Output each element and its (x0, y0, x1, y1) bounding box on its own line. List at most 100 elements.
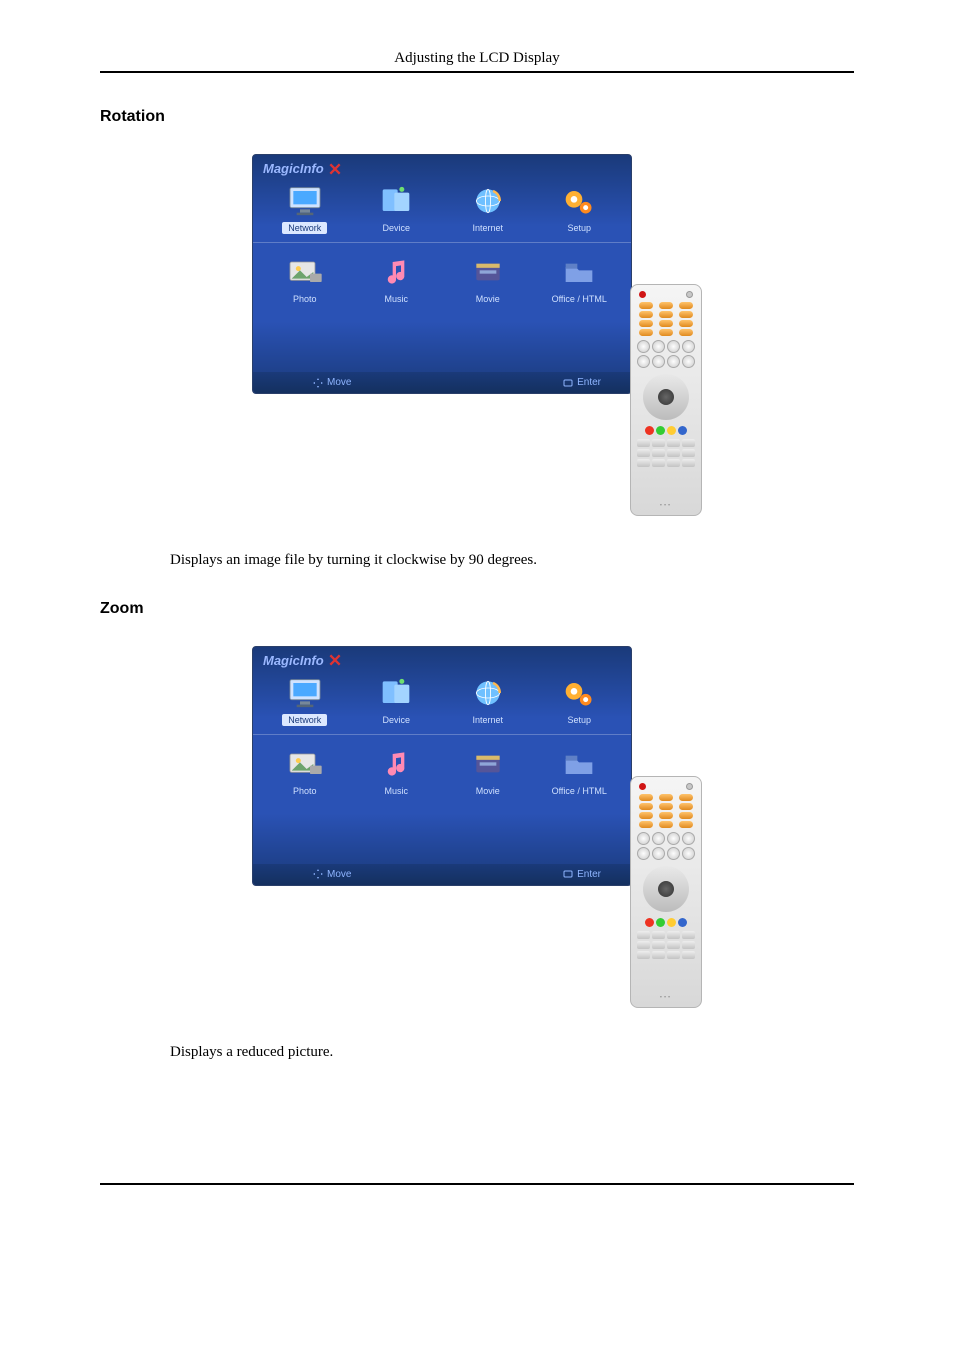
remote-button[interactable] (652, 941, 665, 949)
remote-button[interactable] (679, 320, 693, 327)
remote-button[interactable] (637, 941, 650, 949)
remote-button[interactable] (639, 329, 653, 336)
yellow-button[interactable] (667, 426, 676, 435)
remote-button[interactable] (659, 302, 673, 309)
remote-button[interactable] (652, 355, 665, 368)
green-button[interactable] (656, 918, 665, 927)
remote-button[interactable] (652, 439, 665, 447)
photo-icon (285, 747, 325, 781)
tile-music[interactable]: Music (356, 255, 436, 305)
remote-button[interactable] (639, 821, 653, 828)
remote-button[interactable] (637, 847, 650, 860)
remote-button[interactable] (637, 931, 650, 939)
remote-button[interactable] (637, 832, 650, 845)
remote-button[interactable] (682, 355, 695, 368)
remote-button[interactable] (679, 311, 693, 318)
dpad[interactable] (643, 374, 689, 420)
remote-button[interactable] (659, 329, 673, 336)
remote-button[interactable] (637, 951, 650, 959)
tile-office[interactable]: Office / HTML (539, 747, 619, 797)
remote-button[interactable] (637, 355, 650, 368)
remote-button[interactable] (652, 832, 665, 845)
remote-button[interactable] (667, 459, 680, 467)
remote-button[interactable] (667, 847, 680, 860)
tile-setup[interactable]: Setup (539, 184, 619, 234)
remote-button[interactable] (667, 355, 680, 368)
remote-button[interactable] (679, 302, 693, 309)
rotation-body: Displays an image file by turning it clo… (100, 549, 854, 572)
remote-button[interactable] (682, 941, 695, 949)
remote-button[interactable] (652, 459, 665, 467)
remote-button[interactable] (659, 794, 673, 801)
remote-button[interactable] (679, 812, 693, 819)
remote-button[interactable] (659, 320, 673, 327)
green-button[interactable] (656, 426, 665, 435)
remote-button[interactable] (639, 803, 653, 810)
tile-network[interactable]: Network (265, 184, 345, 234)
remote-button[interactable] (659, 812, 673, 819)
magicinfo-logo: MagicInfo (253, 155, 631, 178)
remote-button[interactable] (639, 302, 653, 309)
tile-internet[interactable]: Internet (448, 184, 528, 234)
power-button[interactable] (639, 783, 646, 790)
tile-network[interactable]: Network (265, 676, 345, 726)
yellow-button[interactable] (667, 918, 676, 927)
folder-icon (559, 747, 599, 781)
remote-button[interactable] (639, 812, 653, 819)
remote-button[interactable] (667, 931, 680, 939)
remote-button[interactable] (659, 311, 673, 318)
red-button[interactable] (645, 426, 654, 435)
remote-button[interactable] (652, 340, 665, 353)
remote-button[interactable] (652, 847, 665, 860)
remote-button[interactable] (682, 449, 695, 457)
remote-button[interactable] (667, 951, 680, 959)
remote-button[interactable] (679, 794, 693, 801)
red-button[interactable] (645, 918, 654, 927)
remote-button[interactable] (639, 311, 653, 318)
remote-button[interactable] (637, 439, 650, 447)
remote-button[interactable] (682, 951, 695, 959)
remote-button[interactable] (679, 329, 693, 336)
tile-setup[interactable]: Setup (539, 676, 619, 726)
remote-button[interactable] (682, 340, 695, 353)
tile-photo[interactable]: Photo (265, 747, 345, 797)
remote-button[interactable] (652, 449, 665, 457)
remote-button[interactable] (679, 803, 693, 810)
remote-button[interactable] (659, 821, 673, 828)
tile-device[interactable]: Device (356, 676, 436, 726)
blue-button[interactable] (678, 426, 687, 435)
remote-button[interactable] (652, 931, 665, 939)
remote-button[interactable] (682, 847, 695, 860)
tile-movie[interactable]: Movie (448, 747, 528, 797)
remote-button[interactable] (667, 832, 680, 845)
tile-device[interactable]: Device (356, 184, 436, 234)
remote-button[interactable] (639, 794, 653, 801)
tile-office[interactable]: Office / HTML (539, 255, 619, 305)
tile-internet[interactable]: Internet (448, 676, 528, 726)
dpad[interactable] (643, 866, 689, 912)
remote-button[interactable] (667, 439, 680, 447)
music-icon (376, 255, 416, 289)
remote-button[interactable] (682, 931, 695, 939)
remote-button[interactable] (682, 832, 695, 845)
remote-button[interactable] (682, 459, 695, 467)
remote-button[interactable] (659, 803, 673, 810)
remote-button[interactable] (652, 951, 665, 959)
remote-button[interactable] (686, 291, 693, 298)
remote-button[interactable] (637, 449, 650, 457)
remote-button[interactable] (667, 340, 680, 353)
top-row: Network Device Internet Setup (253, 670, 631, 730)
remote-button[interactable] (686, 783, 693, 790)
remote-button[interactable] (637, 459, 650, 467)
remote-button[interactable] (639, 320, 653, 327)
remote-button[interactable] (679, 821, 693, 828)
tile-movie[interactable]: Movie (448, 255, 528, 305)
power-button[interactable] (639, 291, 646, 298)
remote-button[interactable] (667, 449, 680, 457)
remote-button[interactable] (667, 941, 680, 949)
remote-button[interactable] (682, 439, 695, 447)
blue-button[interactable] (678, 918, 687, 927)
tile-photo[interactable]: Photo (265, 255, 345, 305)
remote-button[interactable] (637, 340, 650, 353)
tile-music[interactable]: Music (356, 747, 436, 797)
